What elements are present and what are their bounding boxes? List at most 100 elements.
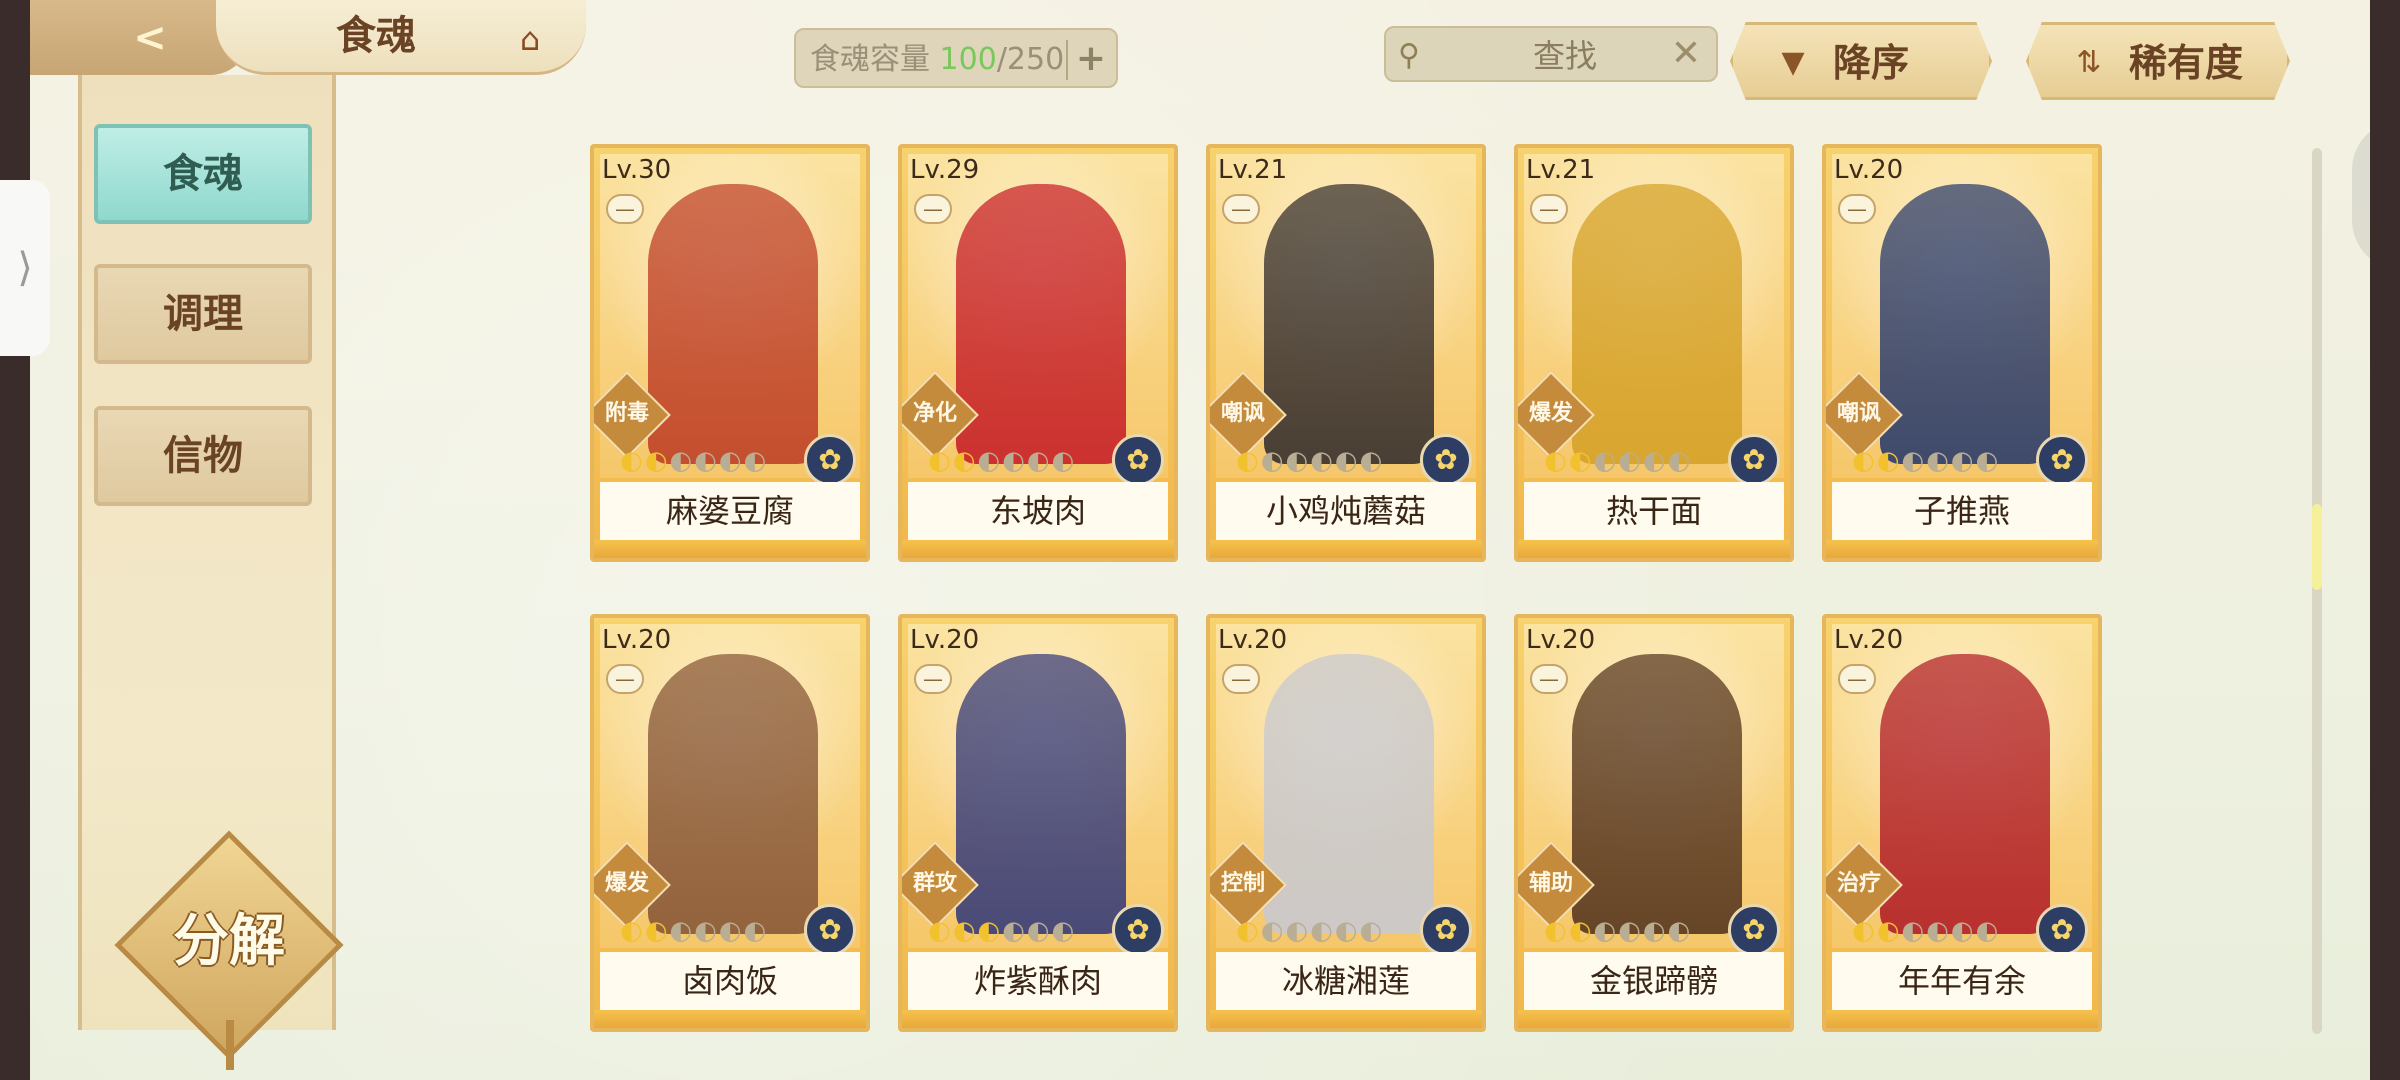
food-soul-card[interactable]: Lv.20— 爆发 ◐◐◐◐◐◐ ✿ 卤肉饭	[590, 614, 870, 1032]
card-level: Lv.20	[602, 625, 672, 655]
star-icon: ◐	[620, 916, 645, 946]
expand-capacity-button[interactable]: +	[1066, 40, 1106, 80]
lock-toggle-icon[interactable]: —	[1838, 194, 1876, 224]
element-flower-icon: ✿	[1112, 904, 1164, 956]
scrollbar[interactable]	[2312, 148, 2322, 1034]
star-rating: ◐◐◐◐◐◐	[1236, 444, 1384, 478]
sidebar-item-food-souls[interactable]: 食魂	[94, 124, 312, 224]
food-soul-card[interactable]: Lv.20— 控制 ◐◐◐◐◐◐ ✿ 冰糖湘莲	[1206, 614, 1486, 1032]
food-soul-card[interactable]: Lv.21— 嘲讽 ◐◐◐◐◐◐ ✿ 小鸡炖蘑菇	[1206, 144, 1486, 562]
star-icon: ◐	[1852, 916, 1877, 946]
character-figure	[1572, 654, 1742, 934]
star-icon: ◐	[1642, 916, 1668, 946]
star-icon: ◐	[1926, 916, 1951, 946]
star-icon: ◐	[1667, 446, 1693, 476]
card-name: 热干面	[1524, 482, 1784, 540]
down-triangle-icon: ▼	[1781, 45, 1805, 80]
star-icon: ◐	[928, 916, 953, 946]
star-icon: ◐	[1285, 916, 1311, 946]
food-soul-card[interactable]: Lv.20— 辅助 ◐◐◐◐◐◐ ✿ 金银蹄髈	[1514, 614, 1794, 1032]
food-soul-card[interactable]: Lv.20— 治疗 ◐◐◐◐◐◐ ✿ 年年有余	[1822, 614, 2102, 1032]
sort-order-button[interactable]: ▼ 降序	[1730, 22, 1992, 100]
capacity-current: 100	[939, 42, 997, 77]
star-icon: ◐	[1260, 446, 1286, 476]
lock-toggle-icon[interactable]: —	[606, 194, 644, 224]
food-soul-card[interactable]: Lv.29— 净化 ◐◐◐◐◐◐ ✿ 东坡肉	[898, 144, 1178, 562]
search-box[interactable]: ⚲ 查找 ✕	[1384, 26, 1718, 82]
star-icon: ◐	[1876, 446, 1902, 476]
star-icon: ◐	[644, 916, 670, 946]
sort-by-button[interactable]: ⇅ 稀有度	[2026, 22, 2290, 100]
card-footer	[594, 540, 866, 558]
card-level: Lv.21	[1526, 155, 1596, 185]
card-name: 冰糖湘莲	[1216, 952, 1476, 1010]
lock-toggle-icon[interactable]: —	[1530, 664, 1568, 694]
star-icon: ◐	[620, 446, 645, 476]
capacity-label: 食魂容量	[810, 42, 940, 77]
star-icon: ◐	[1026, 916, 1052, 946]
star-icon: ◐	[1544, 446, 1569, 476]
star-icon: ◐	[669, 446, 695, 476]
element-flower-icon: ✿	[1728, 904, 1780, 956]
lock-toggle-icon[interactable]: —	[1838, 664, 1876, 694]
star-icon: ◐	[1359, 446, 1385, 476]
card-level: Lv.20	[910, 625, 980, 655]
star-icon: ◐	[1002, 446, 1027, 476]
element-flower-icon: ✿	[1420, 904, 1472, 956]
element-flower-icon: ✿	[804, 904, 856, 956]
food-soul-card[interactable]: Lv.30— 附毒 ◐◐◐◐◐◐ ✿ 麻婆豆腐	[590, 144, 870, 562]
lock-toggle-icon[interactable]: —	[914, 194, 952, 224]
lock-toggle-icon[interactable]: —	[1222, 664, 1260, 694]
star-icon: ◐	[1975, 446, 2001, 476]
card-footer	[594, 1010, 866, 1028]
card-level: Lv.30	[602, 155, 672, 185]
lock-toggle-icon[interactable]: —	[1530, 194, 1568, 224]
card-level: Lv.20	[1526, 625, 1596, 655]
role-label: 辅助	[1528, 871, 1573, 896]
lock-toggle-icon[interactable]: —	[914, 664, 952, 694]
card-name: 子推燕	[1832, 482, 2092, 540]
star-icon: ◐	[1236, 916, 1261, 946]
pavilion-icon[interactable]: ⌂	[504, 18, 556, 60]
star-icon: ◐	[1359, 916, 1385, 946]
star-icon: ◐	[1593, 446, 1619, 476]
search-input[interactable]: 查找	[1520, 36, 1610, 76]
star-icon: ◐	[977, 446, 1003, 476]
star-icon: ◐	[1901, 916, 1927, 946]
star-icon: ◐	[1926, 446, 1951, 476]
element-flower-icon: ✿	[1728, 434, 1780, 486]
star-rating: ◐◐◐◐◐◐	[1852, 444, 2000, 478]
star-icon: ◐	[1901, 446, 1927, 476]
lock-toggle-icon[interactable]: —	[1222, 194, 1260, 224]
star-icon: ◐	[694, 916, 719, 946]
star-rating: ◐◐◐◐◐◐	[1236, 914, 1384, 948]
star-icon: ◐	[1236, 446, 1261, 476]
role-label: 嘲讽	[1220, 401, 1265, 426]
star-icon: ◐	[1568, 446, 1594, 476]
food-soul-card[interactable]: Lv.20— 嘲讽 ◐◐◐◐◐◐ ✿ 子推燕	[1822, 144, 2102, 562]
lock-toggle-icon[interactable]: —	[606, 664, 644, 694]
food-soul-card[interactable]: Lv.21 — 爆发 ◐◐◐◐◐◐ ✿ 热干面	[1514, 144, 1794, 562]
food-soul-card[interactable]: Lv.20— 群攻 ◐◐◐◐◐◐ ✿ 炸紫酥肉	[898, 614, 1178, 1032]
back-arrow-icon[interactable]: <	[122, 14, 178, 62]
star-rating: ◐◐◐◐◐◐	[928, 914, 1076, 948]
clear-search-button[interactable]: ✕	[1666, 34, 1706, 74]
star-rating: ◐◐◐◐◐◐	[1544, 444, 1692, 478]
star-rating: ◐◐◐◐◐◐	[620, 444, 768, 478]
star-icon: ◐	[1667, 916, 1693, 946]
drawer-handle[interactable]: ⟩	[0, 180, 50, 356]
star-icon: ◐	[1568, 916, 1594, 946]
sidebar-item-condition[interactable]: 调理	[94, 264, 312, 364]
star-icon: ◐	[1285, 446, 1311, 476]
card-level: Lv.20	[1218, 625, 1288, 655]
role-label: 控制	[1220, 871, 1265, 896]
role-label: 净化	[912, 401, 957, 426]
role-label: 爆发	[1528, 401, 1573, 426]
floating-side-button[interactable]	[2352, 120, 2370, 270]
decompose-button[interactable]: 分解	[142, 902, 316, 982]
scroll-thumb[interactable]	[2312, 504, 2322, 590]
star-icon: ◐	[1975, 916, 2001, 946]
character-figure	[1880, 654, 2050, 934]
element-flower-icon: ✿	[2036, 904, 2088, 956]
sidebar-item-tokens[interactable]: 信物	[94, 406, 312, 506]
